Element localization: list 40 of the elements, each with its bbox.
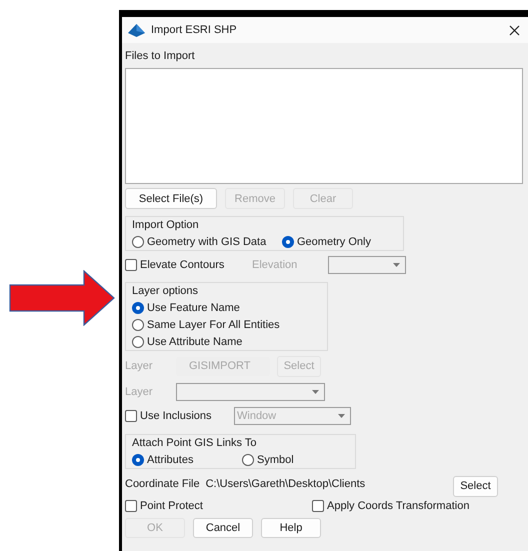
dialog-button[interactable]: Help	[261, 518, 321, 538]
caret-icon	[312, 390, 319, 394]
checkbox-label: Use Inclusions	[140, 409, 213, 423]
elevation-label: Elevation	[252, 258, 298, 272]
radio-button[interactable]	[242, 454, 254, 466]
coordinate-file-label: Coordinate File	[125, 477, 200, 491]
select-button[interactable]: Select	[453, 476, 498, 496]
file-path: C:\Users\Gareth\Desktop\Clients	[206, 477, 366, 491]
window-title: Import ESRI SHP	[151, 23, 238, 37]
layer-label: Layer	[125, 384, 154, 398]
caret-icon	[338, 414, 345, 418]
radio-label: Attributes	[147, 452, 194, 466]
radio-label: Use Attribute Name	[147, 334, 242, 348]
checkbox-label: Elevate Contours	[140, 258, 226, 272]
radio-button[interactable]	[132, 302, 144, 314]
app-logo-icon	[128, 24, 145, 36]
checkbox[interactable]	[312, 500, 324, 512]
checkbox[interactable]	[125, 500, 137, 512]
radio-button[interactable]	[282, 236, 294, 248]
checkbox-label: Apply Coords Transformation	[327, 499, 470, 513]
dialog-button[interactable]: Cancel	[193, 518, 253, 538]
group-title: Layer options	[132, 284, 200, 299]
group-title: Attach Point GIS Links To	[132, 436, 258, 451]
file-button[interactable]: Select File(s)	[125, 188, 217, 209]
radio-button[interactable]	[132, 336, 144, 348]
caret-icon	[393, 262, 400, 266]
radio-label: Geometry Only	[297, 234, 371, 248]
checkbox-label: Point Protect	[140, 499, 204, 513]
radio-label: Use Feature Name	[147, 300, 240, 314]
group-title: Import Option	[132, 218, 200, 233]
radio-label: Same Layer For All Entities	[147, 318, 280, 332]
layer-label: Layer	[125, 359, 154, 373]
radio-button[interactable]	[132, 236, 144, 248]
radio-label: Geometry with GIS Data	[147, 234, 266, 248]
files-label: Files to Import	[125, 49, 196, 64]
radio-button[interactable]	[132, 318, 144, 330]
close-icon[interactable]	[509, 24, 520, 36]
radio-button[interactable]	[132, 454, 144, 466]
radio-label: Symbol	[257, 452, 294, 466]
checkbox[interactable]	[125, 258, 137, 270]
